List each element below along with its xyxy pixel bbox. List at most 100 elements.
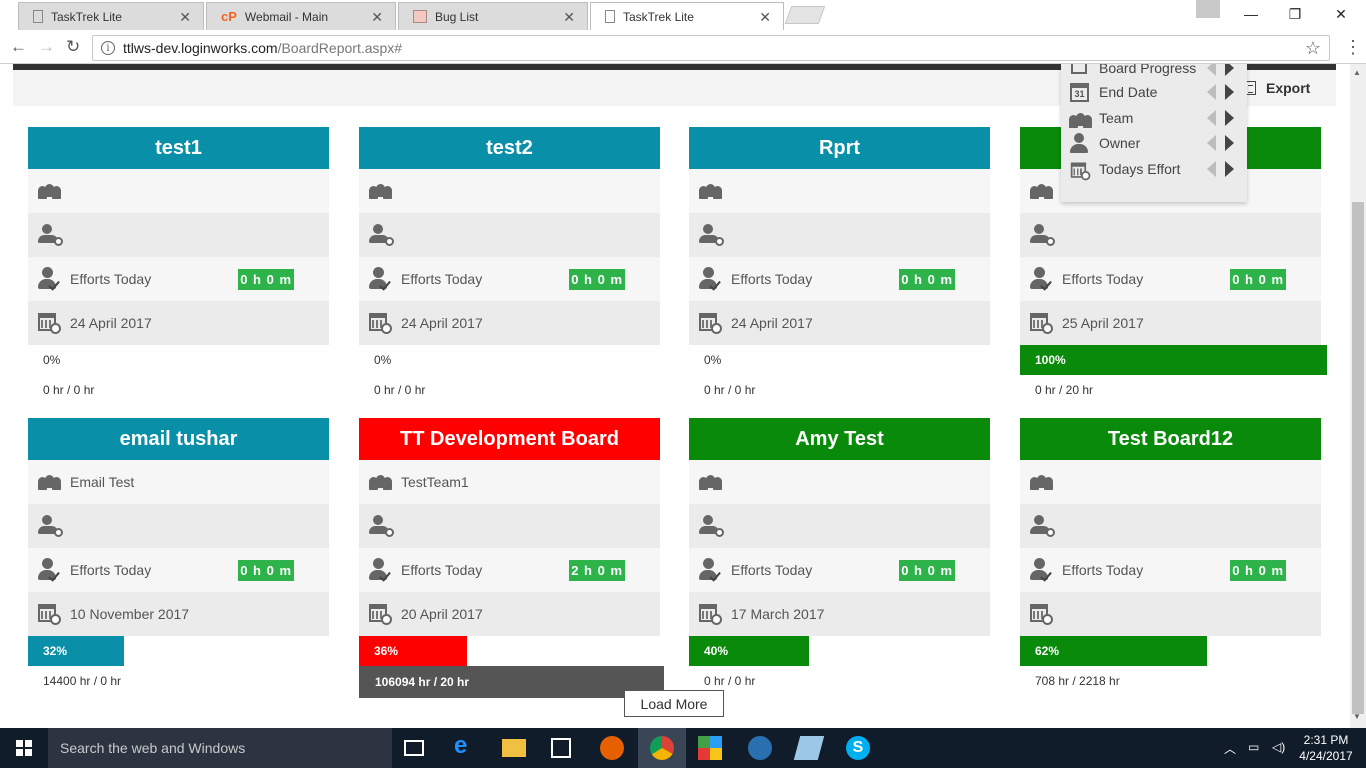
effort-user-check-icon	[369, 267, 393, 291]
end-date: 10 November 2017	[70, 606, 190, 622]
url-input[interactable]: i ttlws-dev.loginworks.com/BoardReport.a…	[92, 35, 1330, 61]
effort-user-check-icon	[699, 558, 723, 582]
board-title[interactable]: TT Development Board	[359, 418, 660, 460]
store-icon[interactable]	[551, 738, 571, 758]
owner-icon	[369, 515, 395, 537]
board-title[interactable]: test1	[28, 127, 329, 169]
start-button[interactable]	[0, 728, 48, 768]
arrow-right-icon[interactable]	[1225, 64, 1234, 76]
browser-tab-2[interactable]: cP Webmail - Main ✕	[206, 2, 396, 30]
clock-date: 4/24/2017	[1299, 749, 1353, 763]
team-icon	[38, 474, 62, 490]
browser-menu-icon[interactable]: ⋮	[1344, 37, 1362, 58]
info-icon[interactable]: i	[101, 41, 115, 55]
close-icon[interactable]: ✕	[371, 9, 383, 26]
maximize-icon[interactable]: ❐	[1272, 0, 1318, 28]
board-card[interactable]: Test Board12 Efforts Today 0 h 0 m 62% 7…	[1020, 418, 1321, 696]
browser-tab-1[interactable]: TaskTrek Lite ✕	[18, 2, 204, 30]
file-explorer-icon[interactable]	[502, 739, 526, 757]
effort-label: Efforts Today	[1062, 271, 1144, 287]
arrow-right-icon[interactable]	[1225, 161, 1234, 177]
user-profile-icon[interactable]	[1196, 0, 1220, 18]
progress-percent: 0%	[704, 353, 722, 367]
load-more-button[interactable]: Load More	[624, 690, 724, 717]
menu-item-label: Board Progress	[1099, 64, 1197, 76]
menu-item-board-progress[interactable]: Board Progress	[1069, 64, 1247, 80]
new-tab-button[interactable]	[784, 6, 826, 24]
scroll-thumb[interactable]	[1352, 202, 1364, 714]
arrow-left-icon[interactable]	[1207, 84, 1216, 100]
board-title[interactable]: test2	[359, 127, 660, 169]
reorder-arrows[interactable]	[1207, 135, 1237, 151]
arrow-right-icon[interactable]	[1225, 135, 1234, 151]
back-icon[interactable]: ←	[10, 37, 27, 57]
menu-item-team[interactable]: Team	[1069, 106, 1247, 130]
board-title[interactable]: email tushar	[28, 418, 329, 460]
scroll-up-icon[interactable]: ▲	[1353, 68, 1361, 77]
task-view-icon[interactable]	[404, 740, 424, 756]
reorder-arrows[interactable]	[1207, 110, 1237, 126]
menu-item-owner[interactable]: Owner	[1069, 131, 1247, 155]
board-owner-row	[359, 213, 660, 257]
progress-percent: 0%	[374, 353, 392, 367]
effort-user-check-icon	[699, 267, 723, 291]
browser-tab-4-active[interactable]: TaskTrek Lite ✕	[590, 2, 784, 30]
thunderbird-icon[interactable]	[748, 736, 772, 760]
forward-icon[interactable]: →	[38, 37, 55, 57]
volume-icon[interactable]: ◁)	[1272, 740, 1285, 754]
arrow-left-icon[interactable]	[1207, 110, 1216, 126]
board-title[interactable]: Rprt	[689, 127, 990, 169]
board-card[interactable]: Amy Test Efforts Today 0 h 0 m 17 March …	[689, 418, 990, 696]
column-chooser-menu: Board Progress 31 End Date Team Owner To…	[1061, 64, 1247, 202]
menu-item-end-date[interactable]: 31 End Date	[1069, 80, 1247, 104]
notes-icon[interactable]	[793, 736, 825, 760]
close-icon[interactable]: ✕	[179, 9, 191, 26]
board-effort-row: Efforts Today 0 h 0 m	[1020, 257, 1321, 301]
export-button[interactable]: Export	[1246, 80, 1310, 96]
board-card[interactable]: email tushar Email Test Efforts Today 0 …	[28, 418, 329, 696]
taskbar-search-input[interactable]: Search the web and Windows	[48, 728, 392, 768]
progress-bar: 100%	[1020, 345, 1327, 375]
edge-browser-icon[interactable]: e	[454, 732, 478, 759]
bookmark-star-icon[interactable]: ☆	[1305, 38, 1321, 59]
effort-badge: 0 h 0 m	[1230, 559, 1286, 581]
chevron-up-icon[interactable]: ︿	[1224, 740, 1236, 757]
team-icon	[1030, 474, 1054, 490]
skype-icon[interactable]: S	[846, 736, 870, 760]
effort-label: Efforts Today	[731, 562, 813, 578]
arrow-left-icon[interactable]	[1207, 135, 1216, 151]
close-icon[interactable]: ✕	[759, 9, 771, 26]
progress-bar: 32%	[28, 636, 329, 666]
reorder-arrows[interactable]	[1207, 161, 1237, 177]
minimize-icon[interactable]: —	[1228, 0, 1274, 28]
calendar-clock-icon	[38, 602, 62, 626]
board-card[interactable]: TT Development Board TestTeam1 Efforts T…	[359, 418, 664, 698]
board-title[interactable]: Amy Test	[689, 418, 990, 460]
close-icon[interactable]: ✕	[563, 9, 575, 26]
app-icon[interactable]	[698, 736, 722, 760]
system-clock[interactable]: 2:31 PM 4/24/2017	[1296, 732, 1356, 764]
firefox-icon[interactable]	[600, 736, 624, 760]
board-card[interactable]: test1 Efforts Today 0 h 0 m 24 April 201…	[28, 127, 329, 405]
menu-item-todays-effort[interactable]: Todays Effort	[1069, 157, 1247, 181]
reload-icon[interactable]: ↻	[66, 37, 80, 57]
effort-badge: 0 h 0 m	[899, 559, 955, 581]
windows-taskbar: Search the web and Windows e S ︿ ▭ ◁) 2:…	[0, 728, 1366, 768]
arrow-left-icon[interactable]	[1207, 161, 1216, 177]
board-card[interactable]: test2 Efforts Today 0 h 0 m 24 April 201…	[359, 127, 660, 405]
page-scrollbar[interactable]: ▲ ▼	[1350, 64, 1366, 728]
chrome-icon[interactable]	[650, 736, 674, 760]
board-card[interactable]: Rprt Efforts Today 0 h 0 m 24 April 2017…	[689, 127, 990, 405]
window-close-icon[interactable]: ✕	[1318, 0, 1364, 28]
hours-summary: 0 hr / 20 hr	[1035, 383, 1094, 397]
reorder-arrows[interactable]	[1207, 84, 1237, 100]
scroll-down-icon[interactable]: ▼	[1353, 712, 1361, 721]
arrow-right-icon[interactable]	[1225, 110, 1234, 126]
effort-user-check-icon	[1030, 558, 1054, 582]
board-title[interactable]: Test Board12	[1020, 418, 1321, 460]
arrow-left-icon[interactable]	[1207, 64, 1216, 76]
arrow-right-icon[interactable]	[1225, 84, 1234, 100]
network-icon[interactable]: ▭	[1248, 740, 1259, 754]
browser-tab-3[interactable]: Bug List ✕	[398, 2, 588, 30]
reorder-arrows[interactable]	[1207, 64, 1237, 76]
